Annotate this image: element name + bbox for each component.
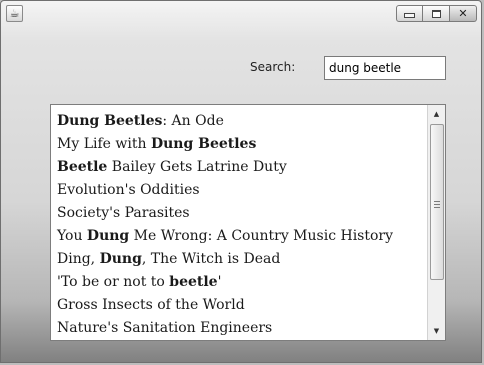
title-bar[interactable]: ☕ ✕ <box>1 1 481 25</box>
maximize-button[interactable] <box>423 5 450 22</box>
list-item[interactable]: 'To be or not to beetle' <box>57 271 425 294</box>
list-item[interactable]: Gross Insects of the World <box>57 294 425 317</box>
item-text: You <box>57 228 87 244</box>
list-item[interactable]: You Dung Me Wrong: A Country Music Histo… <box>57 225 425 248</box>
search-label: Search: <box>250 60 296 74</box>
item-text: 'To be or not to <box>57 274 170 290</box>
java-app-icon[interactable]: ☕ <box>6 5 23 22</box>
item-text: Evolution's Oddities <box>57 182 200 198</box>
list-item[interactable]: Dung Beetles: An Ode <box>57 110 425 133</box>
app-window: ☕ ✕ Search: Dung Beetles: An OdeMy Life … <box>0 0 482 363</box>
item-text: : An Ode <box>162 113 224 129</box>
close-button[interactable]: ✕ <box>450 5 477 22</box>
scroll-down-arrow-icon[interactable]: ▼ <box>428 322 445 340</box>
match-highlight: Dung Beetles <box>150 136 257 152</box>
list-item[interactable]: Nature's Sanitation Engineers <box>57 317 425 340</box>
list-item[interactable]: Ding, Dung, The Witch is Dead <box>57 248 425 271</box>
item-text: , The Witch is Dead <box>141 251 281 267</box>
item-text: Bailey Gets Latrine Duty <box>107 159 287 175</box>
results-items: Dung Beetles: An Ode My Life with Dung Be… <box>57 110 425 340</box>
close-icon: ✕ <box>458 7 468 20</box>
item-text: Me Wrong: A Country Music History <box>129 228 394 244</box>
item-text: Gross Insects of the World <box>57 297 245 313</box>
match-highlight: Dung Beetles <box>57 113 163 129</box>
search-input[interactable] <box>324 56 446 80</box>
match-highlight: beetle <box>169 274 218 290</box>
grip-icon <box>434 201 440 208</box>
list-item[interactable]: Beetle Bailey Gets Latrine Duty <box>57 156 425 179</box>
item-text: Ding, <box>57 251 100 267</box>
item-text: Nature's Sanitation Engineers <box>57 320 273 336</box>
results-list[interactable]: Dung Beetles: An Ode My Life with Dung Be… <box>50 104 446 341</box>
scrollbar-thumb[interactable] <box>430 124 444 280</box>
match-highlight: Dung <box>86 228 130 244</box>
window-controls: ✕ <box>396 5 477 22</box>
minimize-button[interactable] <box>396 5 423 22</box>
item-text: My Life with <box>57 136 151 152</box>
vertical-scrollbar[interactable]: ▲ ▼ <box>427 105 445 340</box>
list-item[interactable]: My Life with Dung Beetles <box>57 133 425 156</box>
match-highlight: Beetle <box>57 159 108 175</box>
scroll-up-arrow-icon[interactable]: ▲ <box>428 105 445 123</box>
match-highlight: Dung <box>99 251 142 267</box>
maximize-icon <box>431 9 441 18</box>
list-item[interactable]: Evolution's Oddities <box>57 179 425 202</box>
list-item[interactable]: Society's Parasites <box>57 202 425 225</box>
minimize-icon <box>404 13 415 18</box>
item-text: ' <box>217 274 222 290</box>
item-text: Society's Parasites <box>57 205 190 221</box>
